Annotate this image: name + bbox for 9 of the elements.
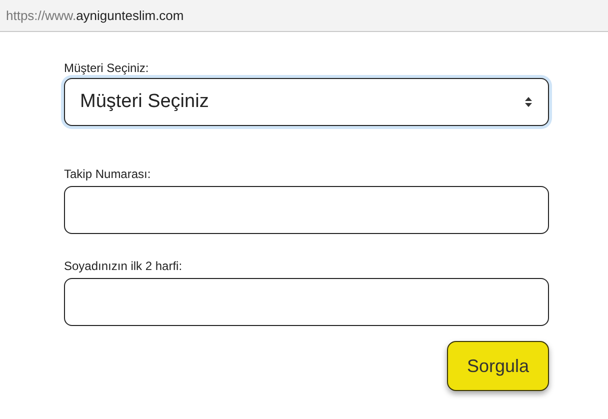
field-label: Soyadınızın ilk 2 harfi: [64,258,184,274]
field-label: Takip Numarası: [64,166,152,182]
submit-button[interactable]: Sorgula [447,341,549,391]
field-label: Müşteri Seçiniz: [64,60,150,76]
input-field[interactable] [64,186,549,234]
input-field[interactable] [64,278,549,326]
address-text[interactable]: https://www.aynigunteslim.com [6,6,184,26]
customer-select[interactable]: Müşteri Seçiniz [64,78,549,126]
sort-caret-icon [525,97,532,107]
